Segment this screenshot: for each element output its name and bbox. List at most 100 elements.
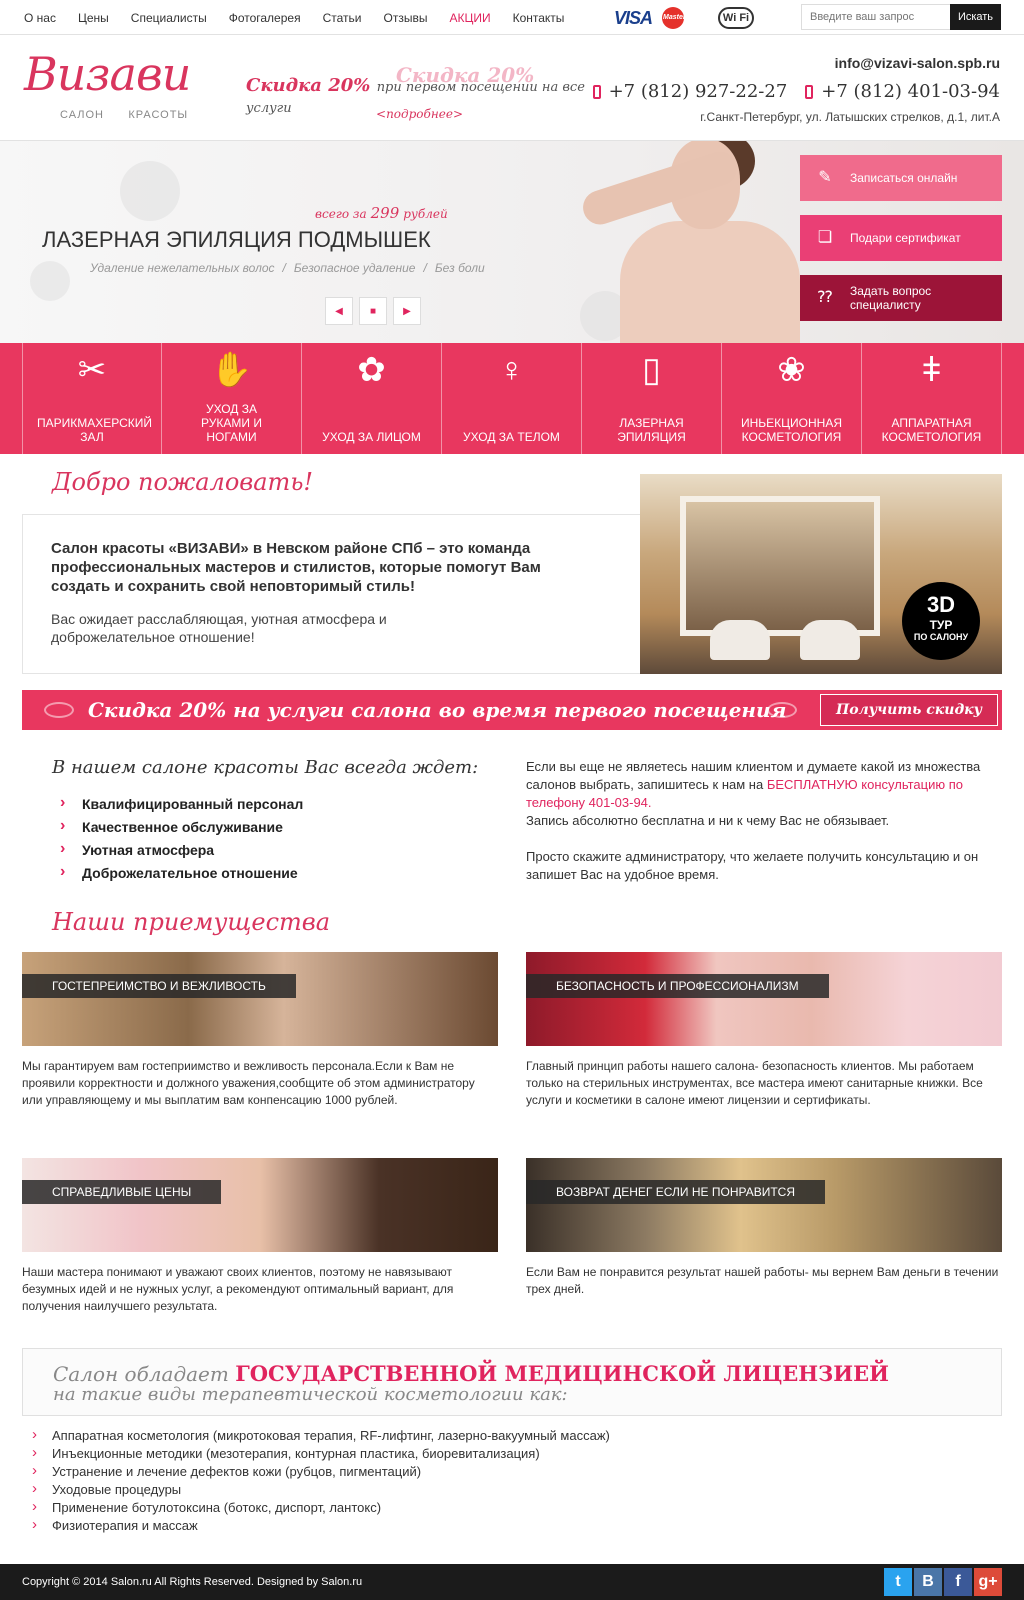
advantage-text: Если Вам не понравится результат нашей р… [526,1265,999,1296]
service-face-care[interactable]: ✿ УХОД ЗА ЛИЦОМ [302,343,442,454]
service-hardware-cosmetology[interactable]: ǂ АППАРАТНАЯ КОСМЕТОЛОГИЯ [862,343,1002,454]
welcome-lead: Салон красоты «ВИЗАВИ» в Невском районе … [51,540,541,595]
gift-certificate-button[interactable]: ❏ Подари сертификат [800,215,1002,261]
laser-device-icon: ▯ [642,351,661,389]
advantage-label: СПРАВЕДЛИВЫЕ ЦЕНЫ [22,1180,222,1204]
advantage-label: БЕЗОПАСНОСТЬ И ПРОФЕССИОНАЛИЗМ [526,974,829,998]
advantage-card: ГОСТЕПРЕИМСТВО И ВЕЖЛИВОСТЬ Мы гарантиру… [22,952,498,1109]
vk-icon[interactable]: B [914,1568,942,1596]
get-discount-button[interactable]: Получить скидку [820,694,998,726]
hero-actions: ✎ Записаться онлайн ❏ Подари сертификат ⁇ З… [800,155,1002,335]
license-box: Салон обладает ГОСУДАРСТВЕННОЙ МЕДИЦИНСК… [22,1348,1002,1416]
consultation-text: Если вы еще не являетесь нашим клиентом … [526,759,981,882]
list-item: Устранение и лечение дефектов кожи (рубц… [32,1462,610,1482]
nav-specialists[interactable]: Специалисты [131,11,207,25]
nav-prices[interactable]: Цены [78,11,109,25]
service-manicure[interactable]: ✋ УХОД ЗА РУКАМИ И НОГАМИ [162,343,302,454]
wifi-icon: Wi Fi [718,7,755,29]
list-item: Физиотерапия и массаж [32,1516,610,1536]
advantage-image: БЕЗОПАСНОСТЬ И ПРОФЕССИОНАЛИЗМ [526,952,1002,1046]
advantage-label: ВОЗВРАТ ДЕНЕГ ЕСЛИ НЕ ПОНРАВИТСЯ [526,1180,825,1204]
hero-price: всего за 299 рублей [315,204,448,222]
header-promo: Скидка 20% Скидка 20% при первом посещен… [246,63,596,121]
facebook-icon[interactable]: f [944,1568,972,1596]
advantage-label: ГОСТЕПРЕИМСТВО И ВЕЖЛИВОСТЬ [22,974,296,998]
promo-more-link[interactable]: <подробнее> [376,107,463,121]
service-laser-epilation[interactable]: ▯ ЛАЗЕРНАЯ ЭПИЛЯЦИЯ [582,343,722,454]
swirl-decor [767,702,797,718]
ask-specialist-button[interactable]: ⁇ Задать вопрос специалисту [800,275,1002,321]
services-bar: ✂ ПАРИКМАХЕРСКИЙ ЗАЛ ✋ УХОД ЗА РУКАМИ И НО… [0,343,1024,454]
license-list: Аппаратная косметология (микротоковая те… [32,1426,610,1536]
twitter-icon[interactable]: t [884,1568,912,1596]
nav-contacts[interactable]: Контакты [513,11,565,25]
service-body-care[interactable]: ♀ УХОД ЗА ТЕЛОМ [442,343,582,454]
footer: Copyright © 2014 Salon.ru All Rights Res… [0,1564,1024,1600]
phones: +7 (812) 927-22-27 +7 (812) 401-03-94 [592,81,1000,102]
slider-stop-button[interactable]: ■ [359,297,387,325]
nav-promotions[interactable]: АКЦИИ [449,11,490,25]
device-icon: ǂ [921,351,942,389]
welcome-title: Добро пожаловать! [52,468,314,496]
discount-text: Скидка 20% на услуги салона во время пер… [88,698,787,722]
logo[interactable]: Визави САЛОН КРАСОТЫ [24,47,204,127]
nav-about[interactable]: О нас [24,11,56,25]
decor-flower [120,161,180,221]
service-hair-salon[interactable]: ✂ ПАРИКМАХЕРСКИЙ ЗАЛ [22,343,162,454]
list-item: Качественное обслуживание [60,817,303,836]
phone-icon [805,84,814,99]
hero-model-image [578,141,800,343]
slider-next-button[interactable]: ▶ [393,297,421,325]
social-links: t B f g+ [884,1568,1002,1596]
advantage-card: СПРАВЕДЛИВЫЕ ЦЕНЫ Наши мастера понимают … [22,1158,498,1315]
advantages-title: Наши приемущества [52,908,331,936]
phone-1[interactable]: +7 (812) 927-22-27 [592,81,787,102]
search-input[interactable] [801,4,950,30]
nav-articles[interactable]: Статьи [323,11,362,25]
list-item: Уходовые процедуры [32,1480,610,1500]
license-heading: Салон обладает ГОСУДАРСТВЕННОЙ МЕДИЦИНСК… [53,1361,889,1386]
list-item: Применение ботулотоксина (ботокс, диспор… [32,1498,610,1518]
list-item: Доброжелательное отношение [60,863,303,882]
mastercard-icon: MasterCard [662,7,702,29]
discount-banner: Скидка 20% на услуги салона во время пер… [22,690,1002,730]
advantage-text: Мы гарантируем вам гостеприимство и вежл… [22,1059,475,1107]
list-item: Аппаратная косметология (микротоковая те… [32,1426,610,1446]
gift-icon: ❏ [817,229,833,246]
welcome-text: Вас ожидает расслабляющая, уютная атмосф… [51,611,387,645]
hero-tags: Удаление нежелательных волос / Безопасное … [90,261,485,275]
service-injection-cosmetology[interactable]: ❀ ИНЬЕКЦИОННАЯ КОСМЕТОЛОГИЯ [722,343,862,454]
advantage-image: ГОСТЕПРЕИМСТВО И ВЕЖЛИВОСТЬ [22,952,498,1046]
list-item: Уютная атмосфера [60,840,303,859]
address: г.Санкт-Петербург, ул. Латышских стрелко… [700,110,1000,124]
logo-subtitle: САЛОН КРАСОТЫ [60,109,189,121]
hero-slider: всего за 299 рублей ЛАЗЕРНАЯ ЭПИЛЯЦИЯ ПОДМ… [0,141,1024,343]
advantage-image: ВОЗВРАТ ДЕНЕГ ЕСЛИ НЕ ПОНРАВИТСЯ [526,1158,1002,1252]
corset-icon: ♀ [498,351,525,389]
slider-controls: ◀ ■ ▶ [325,297,421,325]
email-link[interactable]: info@vizavi-salon.spb.ru [593,55,1000,71]
welcome-box: Салон красоты «ВИЗАВИ» в Невском районе … [22,514,642,674]
advantage-text: Главный принцип работы нашего салона- бе… [526,1059,983,1107]
book-online-button[interactable]: ✎ Записаться онлайн [800,155,1002,201]
search-button[interactable]: Искать [950,4,1001,30]
nav-reviews[interactable]: Отзывы [383,11,427,25]
advantage-image: СПРАВЕДЛИВЫЕ ЦЕНЫ [22,1158,498,1252]
slider-prev-button[interactable]: ◀ [325,297,353,325]
google-plus-icon[interactable]: g+ [974,1568,1002,1596]
advantage-card: ВОЗВРАТ ДЕНЕГ ЕСЛИ НЕ ПОНРАВИТСЯ Если Ва… [526,1158,1002,1298]
phone-2[interactable]: +7 (812) 401-03-94 [805,81,1000,102]
3d-tour-badge[interactable]: 3D ТУР ПО САЛОНУ [902,582,980,660]
advantage-text: Наши мастера понимают и уважают своих кл… [22,1265,454,1313]
logo-script: Визави [24,47,191,101]
header: Визави САЛОН КРАСОТЫ Скидка 20% Скидка 2… [0,35,1024,141]
awaits-title: В нашем салоне красоты Вас всегда ждет: [52,757,479,778]
hero-title: ЛАЗЕРНАЯ ЭПИЛЯЦИЯ ПОДМЫШЕК [42,227,431,252]
search-form: Искать [801,4,1001,30]
awaits-list: Квалифицированный персонал Качественное … [60,794,303,888]
pencil-icon: ✎ [818,169,832,186]
flower-icon: ✿ [357,351,386,389]
license-subheading: на такие виды терапевтической косметолог… [53,1384,568,1405]
nav-gallery[interactable]: Фотогалерея [229,11,301,25]
top-bar: О нас Цены Специалисты Фотогалерея Стать… [0,0,1024,35]
